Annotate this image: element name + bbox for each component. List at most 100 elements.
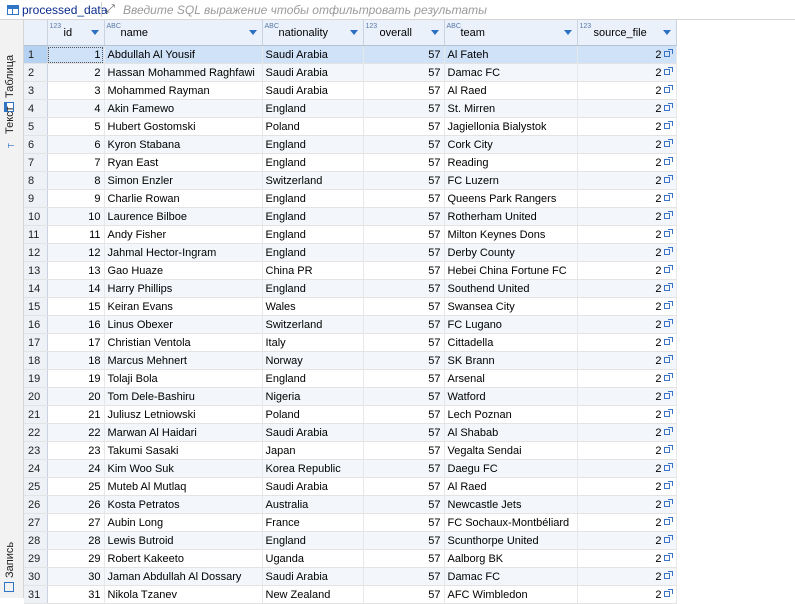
cell-id[interactable]: 31 [47, 585, 105, 604]
cell-id[interactable]: 1 [47, 45, 105, 64]
cell-source-file[interactable]: 2 [577, 351, 677, 370]
tab-text[interactable]: TТекст [4, 106, 17, 148]
cell-name[interactable]: Marwan Al Haidari [104, 423, 263, 442]
open-link-icon[interactable] [663, 120, 673, 130]
cell-id[interactable]: 12 [47, 243, 105, 262]
cell-team[interactable]: Milton Keynes Dons [444, 225, 578, 244]
cell-source-file[interactable]: 2 [577, 171, 677, 190]
open-link-icon[interactable] [663, 462, 673, 472]
table-row[interactable]: 20 20 Tom Dele-Bashiru Nigeria 57 Watford 2 [24, 387, 677, 406]
tab-table[interactable]: Таблица [4, 55, 16, 112]
cell-nationality[interactable]: New Zealand [262, 585, 364, 604]
open-link-icon[interactable] [663, 390, 673, 400]
cell-team[interactable]: Jagiellonia Bialystok [444, 117, 578, 136]
row-number[interactable]: 19 [24, 369, 48, 388]
cell-source-file[interactable]: 2 [577, 441, 677, 460]
cell-overall[interactable]: 57 [363, 153, 445, 172]
row-number[interactable]: 8 [24, 171, 48, 190]
cell-name[interactable]: Robert Kakeeto [104, 549, 263, 568]
cell-source-file[interactable]: 2 [577, 243, 677, 262]
table-row[interactable]: 24 24 Kim Woo Suk Korea Republic 57 Daegu FC 2 [24, 459, 677, 478]
open-link-icon[interactable] [663, 588, 673, 598]
cell-name[interactable]: Keiran Evans [104, 297, 263, 316]
row-number[interactable]: 24 [24, 459, 48, 478]
row-number[interactable]: 13 [24, 261, 48, 280]
cell-overall[interactable]: 57 [363, 261, 445, 280]
cell-id[interactable]: 21 [47, 405, 105, 424]
table-row[interactable]: 5 5 Hubert Gostomski Poland 57 Jagiellonia Bi… [24, 117, 677, 136]
sort-filter-icon[interactable] [430, 30, 439, 35]
cell-team[interactable]: FC Luzern [444, 171, 578, 190]
sort-filter-icon[interactable] [248, 30, 257, 35]
cell-nationality[interactable]: England [262, 189, 364, 208]
cell-id[interactable]: 4 [47, 99, 105, 118]
row-number[interactable]: 2 [24, 63, 48, 82]
cell-id[interactable]: 7 [47, 153, 105, 172]
cell-id[interactable]: 11 [47, 225, 105, 244]
cell-overall[interactable]: 57 [363, 513, 445, 532]
cell-team[interactable]: Aalborg BK [444, 549, 578, 568]
open-link-icon[interactable] [663, 282, 673, 292]
row-number[interactable]: 21 [24, 405, 48, 424]
row-number[interactable]: 29 [24, 549, 48, 568]
cell-name[interactable]: Christian Ventola [104, 333, 263, 352]
cell-team[interactable]: Damac FC [444, 63, 578, 82]
cell-team[interactable]: Derby County [444, 243, 578, 262]
open-link-icon[interactable] [663, 534, 673, 544]
row-number[interactable]: 16 [24, 315, 48, 334]
cell-overall[interactable]: 57 [363, 441, 445, 460]
cell-source-file[interactable]: 2 [577, 63, 677, 82]
cell-team[interactable]: St. Mirren [444, 99, 578, 118]
cell-nationality[interactable]: Italy [262, 333, 364, 352]
cell-source-file[interactable]: 2 [577, 117, 677, 136]
cell-overall[interactable]: 57 [363, 351, 445, 370]
table-row[interactable]: 15 15 Keiran Evans Wales 57 Swansea City 2 [24, 297, 677, 316]
cell-team[interactable]: Daegu FC [444, 459, 578, 478]
open-link-icon[interactable] [663, 246, 673, 256]
row-number[interactable]: 1 [24, 45, 48, 64]
table-name-tab[interactable]: processed_data [22, 3, 107, 17]
cell-overall[interactable]: 57 [363, 117, 445, 136]
cell-nationality[interactable]: Saudi Arabia [262, 45, 364, 64]
cell-source-file[interactable]: 2 [577, 513, 677, 532]
cell-team[interactable]: Al Raed [444, 81, 578, 100]
table-row[interactable]: 10 10 Laurence Bilboe England 57 Rotherham Un… [24, 207, 677, 226]
cell-team[interactable]: Swansea City [444, 297, 578, 316]
row-number[interactable]: 17 [24, 333, 48, 352]
column-header-name[interactable]: ABC name [104, 20, 263, 46]
open-link-icon[interactable] [663, 480, 673, 490]
cell-source-file[interactable]: 2 [577, 135, 677, 154]
column-header-overall[interactable]: 123 overall [363, 20, 445, 46]
column-header-team[interactable]: ABC team [444, 20, 578, 46]
cell-nationality[interactable]: England [262, 369, 364, 388]
cell-source-file[interactable]: 2 [577, 315, 677, 334]
cell-nationality[interactable]: Nigeria [262, 387, 364, 406]
cell-overall[interactable]: 57 [363, 567, 445, 586]
cell-source-file[interactable]: 2 [577, 387, 677, 406]
cell-source-file[interactable]: 2 [577, 99, 677, 118]
table-row[interactable]: 14 14 Harry Phillips England 57 Southend Unit… [24, 279, 677, 298]
cell-source-file[interactable]: 2 [577, 405, 677, 424]
cell-name[interactable]: Aubin Long [104, 513, 263, 532]
open-link-icon[interactable] [663, 498, 673, 508]
open-link-icon[interactable] [663, 570, 673, 580]
cell-source-file[interactable]: 2 [577, 81, 677, 100]
cell-name[interactable]: Muteb Al Mutlaq [104, 477, 263, 496]
table-row[interactable]: 7 7 Ryan East England 57 Reading 2 [24, 153, 677, 172]
sort-filter-icon[interactable] [349, 30, 358, 35]
cell-source-file[interactable]: 2 [577, 45, 677, 64]
cell-id[interactable]: 3 [47, 81, 105, 100]
cell-nationality[interactable]: England [262, 531, 364, 550]
cell-overall[interactable]: 57 [363, 495, 445, 514]
cell-nationality[interactable]: England [262, 243, 364, 262]
cell-id[interactable]: 28 [47, 531, 105, 550]
cell-id[interactable]: 26 [47, 495, 105, 514]
open-link-icon[interactable] [663, 66, 673, 76]
cell-name[interactable]: Juliusz Letniowski [104, 405, 263, 424]
cell-overall[interactable]: 57 [363, 243, 445, 262]
cell-overall[interactable]: 57 [363, 225, 445, 244]
row-number[interactable]: 12 [24, 243, 48, 262]
row-number[interactable]: 15 [24, 297, 48, 316]
cell-nationality[interactable]: England [262, 225, 364, 244]
cell-source-file[interactable]: 2 [577, 333, 677, 352]
